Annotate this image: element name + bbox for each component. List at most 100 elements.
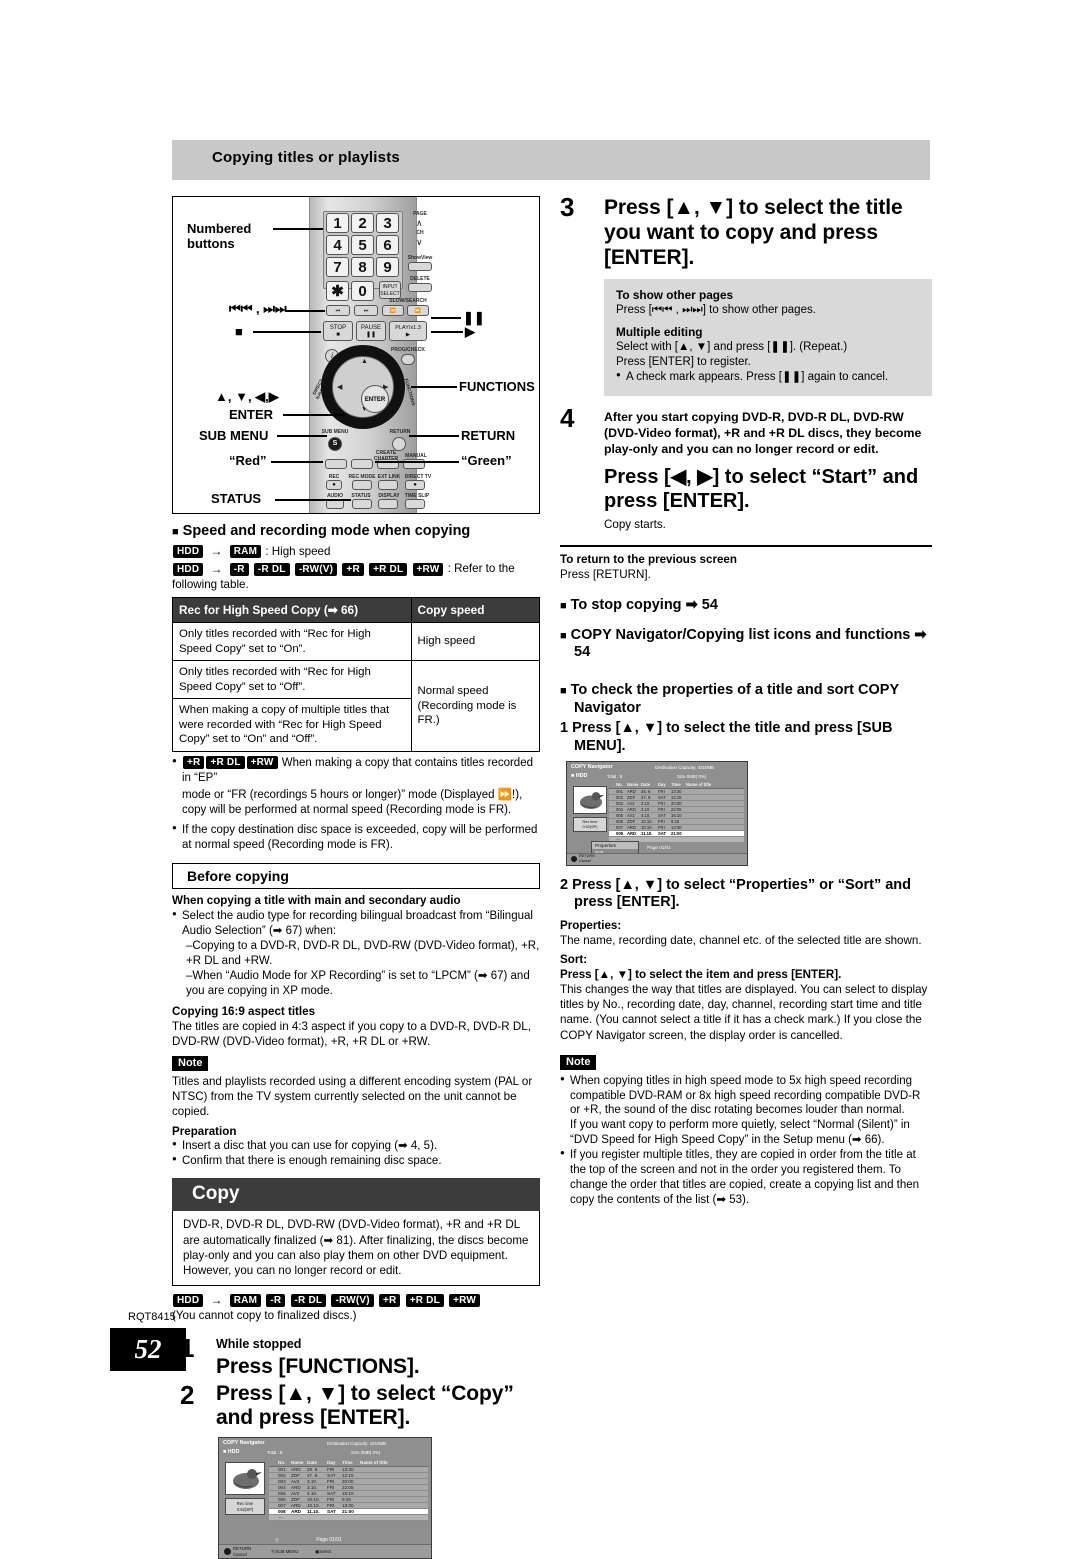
col-name: Name [291,1460,304,1466]
key-time-slip[interactable] [405,499,425,509]
key-4[interactable]: 4 [326,235,349,255]
dpad-left-icon[interactable]: ◀ [337,383,342,391]
osd-thumbnail-left [225,1462,265,1496]
osd-title-list-left: No. Name Date Day Time Name of title 001… [269,1460,428,1522]
arrow-icon-2: → [210,561,223,576]
key-5[interactable]: 5 [351,235,374,255]
key-slow-forward[interactable]: ⏩ [407,305,429,316]
key-rec-mode[interactable] [352,480,372,490]
speed-line-1-text: : High speed [265,544,331,558]
right-column: 3 Press [▲, ▼] to select the title you w… [560,192,932,1213]
return-button-icon[interactable] [224,1548,231,1556]
key-6[interactable]: 6 [376,235,399,255]
key-2[interactable]: 2 [351,213,374,233]
osd-dest-capacity-left: Destination Capacity: 4310MB [327,1441,387,1447]
badge-plus-r-dl-b: +R DL [206,756,245,770]
key-skip-back[interactable]: ⏮ [326,305,350,316]
callout-status: STATUS [211,491,262,506]
key-ext-link[interactable] [378,480,398,490]
sub-step-2: 2 Press [▲, ▼] to select “Properties” or… [560,876,912,911]
info-line-select-with: Select with [▲, ▼] and press [❚❚]. (Repe… [616,341,848,354]
return-button-icon[interactable] [571,855,577,862]
osd-rec-time-right: Rec time 0:52(SP) [573,816,607,832]
key-enter[interactable]: ENTER [361,385,389,413]
bird-thumbnail-icon [579,791,605,809]
copy-navigator-screenshot-right: COPY Navigator ■ HDD Total : 8 Destinati… [566,760,748,866]
dash-audio-mode-xp: –When “Audio Mode for XP Recording” is s… [186,970,530,997]
table-row: Only titles recorded with “Rec for High … [172,622,541,662]
key-stop[interactable]: STOP ■ [323,321,353,341]
osd-row-blank: --- [269,1515,428,1522]
info-bullet-check-mark: A check mark appears. Press [❚❚] again t… [616,370,920,385]
info-head-other-pages: To show other pages [616,288,734,303]
key-input-select[interactable]: INPUT SELECT [379,281,401,299]
osd-title-list-right: No. Name Date Day Time Name of title 001… [609,782,744,843]
key-showview[interactable] [408,262,432,271]
key-play[interactable]: PLAY/x1.3 ▶ [389,321,427,341]
badge-plus-rw: +RW [412,562,444,576]
note-text-left: Titles and playlists recorded using a di… [172,1075,533,1119]
info-line-other-pages: Press [⏮⏮ , ⏭⏭] to show other pages. [616,304,816,317]
section-header-band: Copying titles or playlists [172,140,930,180]
sort-heading: Sort: [560,953,588,967]
heading-stop-copying: To stop copying ➡ 54 [560,597,932,615]
key-pause[interactable]: PAUSE ❚❚ [356,321,386,341]
key-8[interactable]: 8 [351,257,374,277]
bullet-bilingual: Select the audio type for recording bili… [172,909,540,939]
key-0[interactable]: 0 [351,281,374,301]
dpad-ring[interactable]: ▲ ▼ ◀ ▶ ENTER [332,356,394,418]
key-green[interactable] [351,459,373,469]
sort-text: This changes the way that titles are dis… [560,983,928,1042]
badge-plus-rw-b: +RW [246,756,278,770]
key-return[interactable] [392,437,406,451]
callout-numbered-buttons-l1: Numbered [187,221,252,236]
badge-dash-rw-v-2: -RW(V) [331,1293,374,1307]
bullet-ep-mode: +R+R DL+RW When making a copy that conta… [172,756,540,786]
callout-numbered-buttons-l2: buttons [187,236,235,251]
key-red[interactable] [325,459,347,469]
key-display[interactable] [378,499,398,509]
info-head-multiple-editing: Multiple editing [616,325,703,340]
badge-plus-r-dl: +R DL [369,562,408,576]
dpad-up-icon[interactable]: ▲ [361,358,368,365]
key-1[interactable]: 1 [326,213,349,233]
key-delete[interactable] [408,283,432,292]
dpad[interactable]: ▲ ▼ ◀ ▶ ENTER [321,345,405,429]
note-badge-left: Note [172,1056,209,1072]
key-7[interactable]: 7 [326,257,349,277]
key-3[interactable]: 3 [376,213,399,233]
speed-bullets: +R+R DL+RW When making a copy that conta… [172,756,540,854]
key-star[interactable]: ✱ [326,281,349,301]
page-up-icon[interactable]: ∧ [416,218,423,229]
properties-text: The name, recording date, channel etc. o… [560,934,922,948]
step-1-instruction: Press [FUNCTIONS]. [216,1354,420,1378]
bilingual-bullets: Select the audio type for recording bili… [172,909,540,999]
key-rec[interactable]: ● [326,480,342,490]
step-1: 1 While stopped Press [FUNCTIONS]. [172,1333,540,1379]
key-slow-back[interactable]: ⏪ [382,305,404,316]
th-copy-speed: Copy speed [410,597,541,624]
key-9[interactable]: 9 [376,257,399,277]
left-column: 1 2 3 4 5 6 7 8 9 ✱ 0 INPUT SELECT PAGE ∧… [172,196,541,1559]
badge-hdd: HDD [173,545,204,559]
bird-thumbnail-icon [233,1469,262,1490]
osd-footer-right: RETURN Cancel [567,852,747,865]
bullet-disc-space: If the copy destination disc space is ex… [172,823,540,853]
step-3: 3 Press [▲, ▼] to select the title you w… [560,192,932,270]
key-prog-check[interactable] [401,354,415,365]
key-direct-tv-rec[interactable]: ● [405,480,425,490]
col-time: Time [342,1460,353,1466]
key-sub-menu[interactable]: S [328,437,342,451]
badge-ram: RAM [229,545,262,559]
key-skip-forward[interactable]: ⏭ [354,305,378,316]
label-ch: CH [416,230,424,236]
key-status[interactable] [352,499,372,509]
document-code: RQT8415 [128,1311,176,1323]
speed-table: Rec for High Speed Copy (➡ 66) Copy spee… [172,597,541,752]
page-number: 52 [110,1328,186,1371]
page-down-icon[interactable]: ∨ [416,237,423,248]
callout-functions: FUNCTIONS [459,379,535,394]
osd-total-right: Total : 8 [607,773,623,779]
submenu-item-properties[interactable]: Properties [592,842,638,849]
osd-footer-left: RETURN Cancel ⓪SUB MENU ▣Select [219,1544,431,1559]
